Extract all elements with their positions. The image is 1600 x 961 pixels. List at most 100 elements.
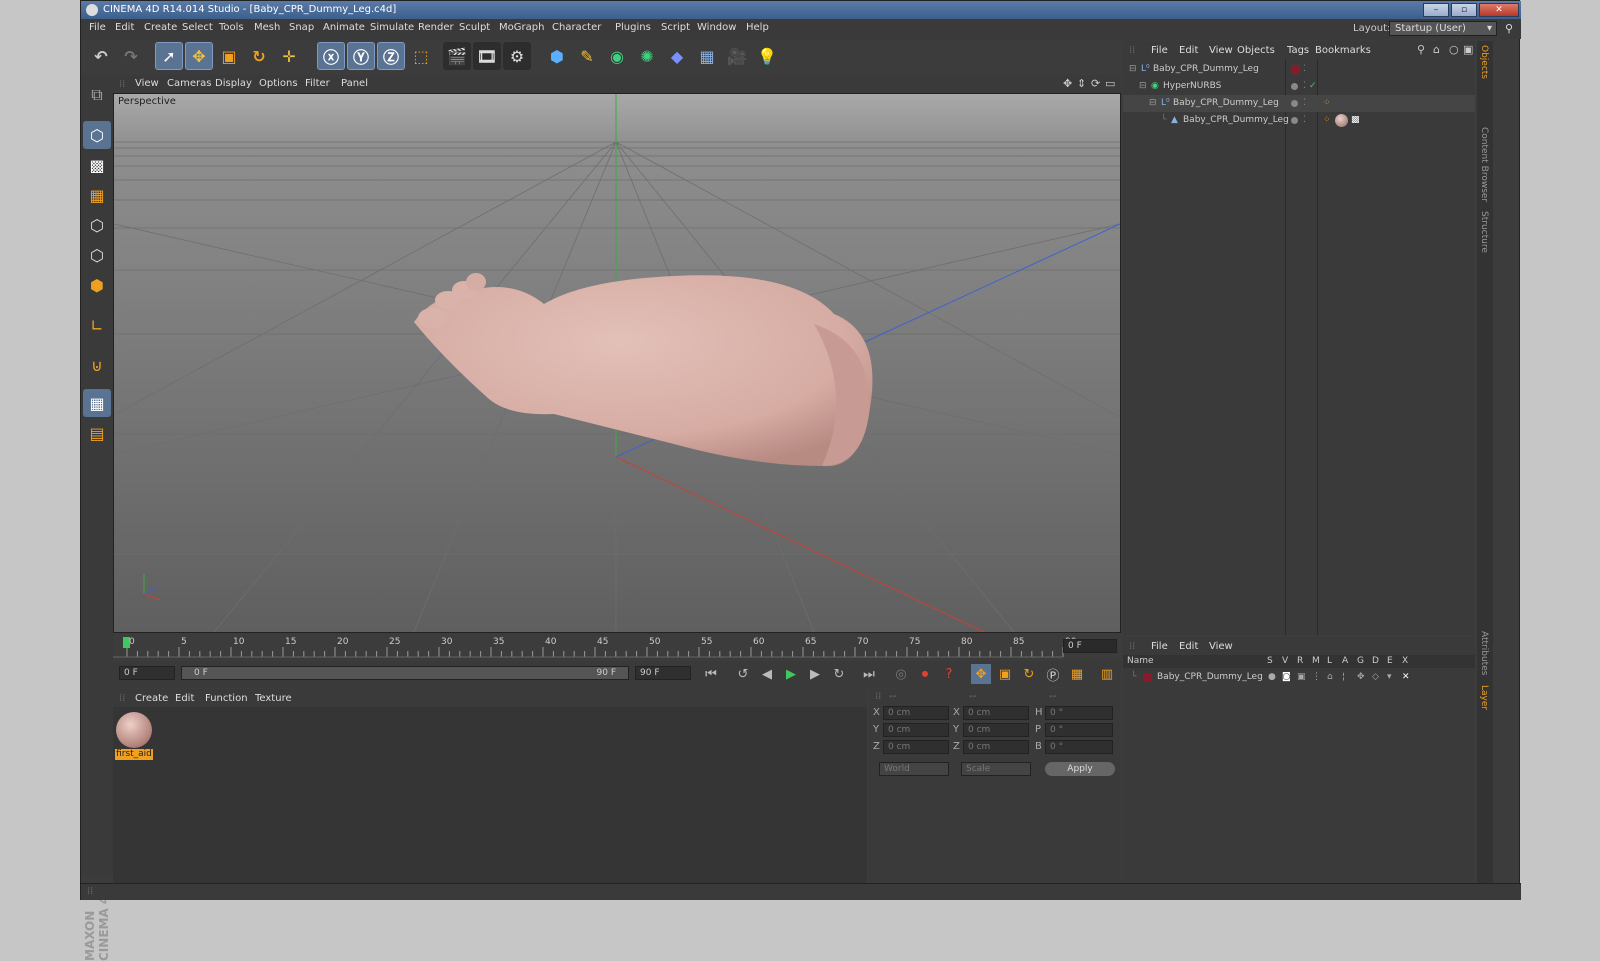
floor-icon[interactable]: ▦: [693, 42, 721, 70]
deformer-icon[interactable]: ◆: [663, 42, 691, 70]
position-y-field[interactable]: 0 cm: [883, 723, 949, 737]
key-position-icon[interactable]: ✥: [971, 664, 991, 684]
obj-menu-edit[interactable]: Edit: [1179, 45, 1198, 56]
size-y-field[interactable]: 0 cm: [963, 723, 1029, 737]
maximize-view-icon[interactable]: ▭: [1105, 77, 1115, 90]
render-view-icon[interactable]: 🎬: [443, 42, 471, 70]
light-icon[interactable]: 💡: [753, 42, 781, 70]
end-frame-field[interactable]: 90 F: [635, 666, 691, 680]
layer-color-swatch[interactable]: [1291, 65, 1300, 74]
redo-icon[interactable]: ↷: [117, 42, 145, 70]
camera-icon[interactable]: 🎥: [723, 42, 751, 70]
move-tool-icon[interactable]: ✥: [185, 42, 213, 70]
layer-xref-icon[interactable]: ✕: [1402, 669, 1410, 686]
model-mode-icon[interactable]: ⬡: [83, 121, 111, 149]
mat-menu-texture[interactable]: Texture: [255, 693, 292, 704]
keyframe-selection-icon[interactable]: ?: [939, 664, 959, 684]
layer-visible-icon[interactable]: ◙: [1282, 669, 1291, 686]
next-key-icon[interactable]: ↻: [829, 664, 849, 684]
y-axis-lock-icon[interactable]: Ⓨ: [347, 42, 375, 70]
uvw-tag-icon[interactable]: ▩: [1351, 112, 1360, 129]
rotation-p-field[interactable]: 0 °: [1045, 723, 1113, 737]
rotation-h-field[interactable]: 0 °: [1045, 706, 1113, 720]
enabled-check-icon[interactable]: ✓: [1309, 78, 1317, 95]
obj-menu-tags[interactable]: Tags: [1287, 45, 1309, 56]
visibility-dots-icon[interactable]: ⁚: [1303, 95, 1306, 112]
menu-character[interactable]: Character: [552, 22, 601, 33]
tab-layer[interactable]: Layer: [1479, 685, 1489, 710]
timeline-window-icon[interactable]: ▥: [1097, 664, 1117, 684]
layer-color-swatch[interactable]: [1143, 673, 1152, 682]
menu-help[interactable]: Help: [746, 22, 769, 33]
layer-dot[interactable]: [1291, 117, 1298, 124]
position-x-field[interactable]: 0 cm: [883, 706, 949, 720]
layer-generators-icon[interactable]: ✥: [1357, 669, 1365, 686]
array-icon[interactable]: ✺: [633, 42, 661, 70]
menu-sculpt[interactable]: Sculpt: [459, 22, 490, 33]
preview-range-slider[interactable]: 0 F 90 F: [181, 666, 629, 680]
key-parameter-icon[interactable]: Ⓟ: [1043, 664, 1063, 684]
object-row[interactable]: ⊟ L⁰ Baby_CPR_Dummy_Leg ⁚: [1123, 61, 1475, 78]
spline-pen-icon[interactable]: ✎: [573, 42, 601, 70]
vp-menu-options[interactable]: Options: [259, 78, 298, 89]
rotate-tool-icon[interactable]: ↻: [245, 42, 273, 70]
play-icon[interactable]: ▶: [781, 664, 801, 684]
object-row[interactable]: ⊟ ◉ HyperNURBS ⁚ ✓: [1123, 78, 1475, 95]
timeline-ruler[interactable]: 051015202530354045505560657075808590 0 F: [113, 637, 1121, 659]
layer-animation-icon[interactable]: ¦: [1342, 669, 1345, 686]
mat-menu-edit[interactable]: Edit: [175, 693, 194, 704]
tab-structure[interactable]: Structure: [1479, 211, 1489, 253]
obj-menu-view[interactable]: View: [1209, 45, 1233, 56]
autokeying-icon[interactable]: ⏺: [915, 664, 935, 684]
object-row[interactable]: └ ▲ Baby_CPR_Dummy_Leg ⁚ ⁘ ▩: [1123, 112, 1475, 129]
menu-render[interactable]: Render: [418, 22, 454, 33]
tab-content-browser[interactable]: Content Browser: [1479, 127, 1489, 202]
transform-tool-icon[interactable]: ✛: [275, 42, 303, 70]
size-x-field[interactable]: 0 cm: [963, 706, 1029, 720]
obj-menu-objects[interactable]: Objects: [1237, 45, 1275, 56]
home-icon[interactable]: ⌂: [1433, 43, 1440, 56]
perspective-viewport[interactable]: Perspective: [113, 93, 1121, 633]
cube-object-icon[interactable]: ⬢: [543, 42, 571, 70]
previous-frame-icon[interactable]: ◀: [757, 664, 777, 684]
render-picture-viewer-icon[interactable]: 🎞: [473, 42, 501, 70]
axis-mode-icon[interactable]: ∟: [83, 311, 111, 339]
current-frame-field[interactable]: 0 F: [1063, 639, 1117, 653]
tag-icon[interactable]: ⁘: [1323, 112, 1331, 129]
menu-mesh[interactable]: Mesh: [254, 22, 280, 33]
layer-solo-icon[interactable]: ●: [1268, 669, 1276, 686]
position-z-field[interactable]: 0 cm: [883, 740, 949, 754]
make-editable-icon[interactable]: ⧉: [83, 81, 111, 109]
polygons-mode-icon[interactable]: ⬢: [83, 271, 111, 299]
key-scale-icon[interactable]: ▣: [995, 664, 1015, 684]
texture-mode-icon[interactable]: ▩: [83, 151, 111, 179]
object-row[interactable]: ⊟ L⁰ Baby_CPR_Dummy_Leg ⁚ ⁘: [1123, 95, 1475, 112]
rotate-view-icon[interactable]: ⟳: [1091, 77, 1100, 90]
magnet-icon[interactable]: ⊍: [83, 351, 111, 379]
size-z-field[interactable]: 0 cm: [963, 740, 1029, 754]
menu-edit[interactable]: Edit: [115, 22, 134, 33]
menu-plugins[interactable]: Plugins: [615, 22, 651, 33]
snap-settings-icon[interactable]: ▤: [83, 419, 111, 447]
points-mode-icon[interactable]: ⬡: [83, 211, 111, 239]
scale-tool-icon[interactable]: ▣: [215, 42, 243, 70]
render-settings-icon[interactable]: ⚙: [503, 42, 531, 70]
menu-create[interactable]: Create: [144, 22, 177, 33]
live-selection-icon[interactable]: ➚: [155, 42, 183, 70]
search-icon[interactable]: ⚲: [1505, 22, 1513, 35]
layer-menu-edit[interactable]: Edit: [1179, 641, 1198, 652]
key-pla-icon[interactable]: ▦: [1067, 664, 1087, 684]
mat-menu-function[interactable]: Function: [205, 693, 248, 704]
grid-snap-icon[interactable]: ▦: [83, 389, 111, 417]
visibility-dots-icon[interactable]: ⁚: [1303, 61, 1306, 78]
tab-attributes[interactable]: Attributes: [1479, 631, 1489, 675]
layer-dot[interactable]: [1291, 83, 1298, 90]
vp-menu-panel[interactable]: Panel: [341, 78, 368, 89]
tag-icon[interactable]: ⁘: [1323, 95, 1331, 112]
layer-render-icon[interactable]: ▣: [1297, 669, 1306, 686]
layer-manager-icon[interactable]: ⋮: [1312, 669, 1321, 686]
layer-expressions-icon[interactable]: ▾: [1387, 669, 1392, 686]
layer-menu-view[interactable]: View: [1209, 641, 1233, 652]
collapse-icon[interactable]: ⊟: [1129, 61, 1137, 78]
menu-snap[interactable]: Snap: [289, 22, 314, 33]
